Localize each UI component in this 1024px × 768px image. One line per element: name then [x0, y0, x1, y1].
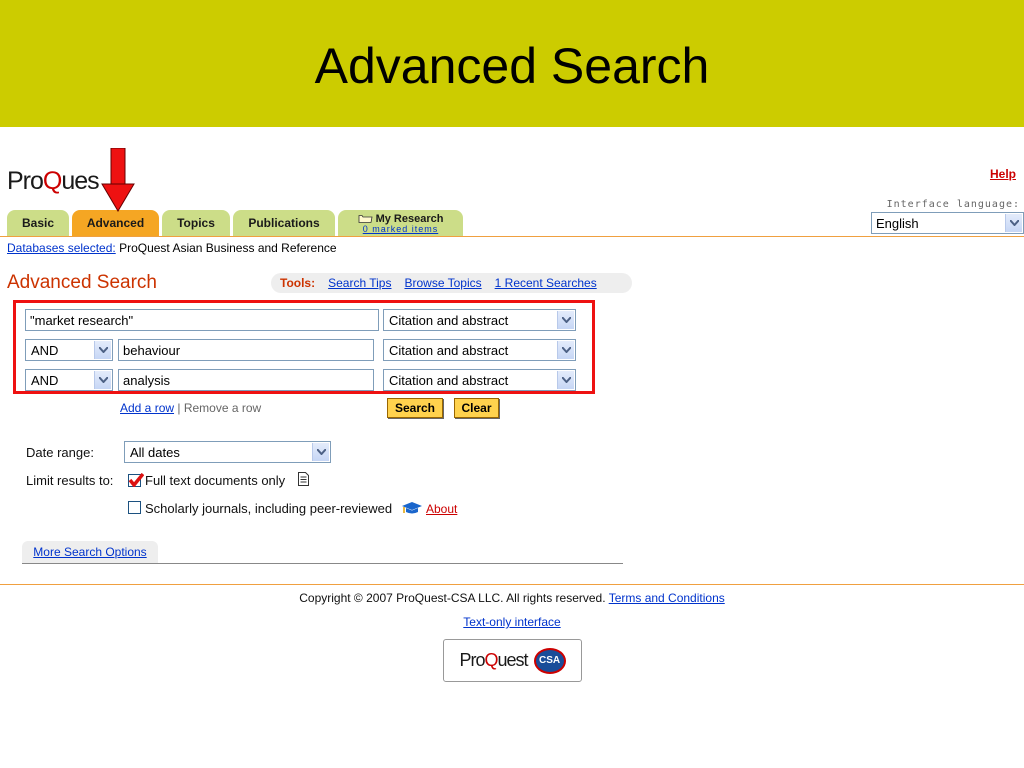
- databases-selected: Databases selected: ProQuest Asian Busin…: [7, 241, 337, 255]
- chevron-down-icon: [557, 311, 574, 329]
- chevron-down-icon: [94, 371, 111, 389]
- search-term-input-2[interactable]: behaviour: [118, 339, 374, 361]
- search-tips-link[interactable]: Search Tips: [328, 276, 391, 290]
- full-text-checkbox[interactable]: [128, 473, 144, 487]
- operator-value-2: AND: [31, 343, 59, 358]
- date-range-select[interactable]: All dates: [124, 441, 331, 463]
- my-research-title: My Research: [358, 214, 443, 225]
- search-field-value-3: Citation and abstract: [389, 373, 509, 388]
- chevron-down-icon: [557, 371, 574, 389]
- scholarly-label: Scholarly journals, including peer-revie…: [145, 501, 393, 516]
- proquest-logo[interactable]: ProQues: [7, 166, 100, 196]
- logo-text-post: ues: [61, 167, 99, 195]
- search-field-select-1[interactable]: Citation and abstract: [383, 309, 576, 331]
- tab-basic[interactable]: Basic: [7, 210, 69, 236]
- date-range-label: Date range:: [26, 445, 94, 460]
- copyright-text: Copyright © 2007 ProQuest-CSA LLC. All r…: [299, 591, 606, 605]
- logo-swoosh: Q: [42, 167, 62, 195]
- tools-label: Tools:: [280, 276, 316, 290]
- interface-language-value: English: [876, 216, 919, 231]
- clear-button[interactable]: Clear: [454, 398, 499, 418]
- slide-title: Advanced Search: [314, 38, 710, 94]
- tab-advanced[interactable]: Advanced: [72, 210, 159, 236]
- tab-publications[interactable]: Publications: [233, 210, 335, 236]
- tabs-divider: [0, 236, 1024, 237]
- chevron-down-icon: [557, 341, 574, 359]
- search-field-select-3[interactable]: Citation and abstract: [383, 369, 576, 391]
- operator-value-3: AND: [31, 373, 59, 388]
- copyright: Copyright © 2007 ProQuest-CSA LLC. All r…: [0, 591, 1024, 605]
- remove-row-link[interactable]: Remove a row: [184, 401, 261, 415]
- tools-bar: Tools: Search Tips Browse Topics 1 Recen…: [271, 273, 632, 293]
- logo-text-pre: Pro: [7, 167, 44, 195]
- search-field-select-2[interactable]: Citation and abstract: [383, 339, 576, 361]
- full-text-label: Full text documents only: [145, 473, 286, 488]
- marked-items-link[interactable]: 0 marked items: [363, 224, 439, 234]
- search-button[interactable]: Search: [387, 398, 443, 418]
- footer-divider: [0, 584, 1024, 585]
- search-term-input-1[interactable]: "market research": [25, 309, 379, 331]
- browse-topics-link[interactable]: Browse Topics: [404, 276, 481, 290]
- checkmark-icon: [128, 473, 144, 487]
- search-field-value-1: Citation and abstract: [389, 313, 509, 328]
- recent-searches-link[interactable]: 1 Recent Searches: [495, 276, 597, 290]
- limit-results-label: Limit results to:: [26, 473, 114, 488]
- about-link[interactable]: About: [426, 502, 457, 516]
- more-search-options-tab[interactable]: More Search Options: [22, 541, 158, 563]
- row-actions-separator: |: [177, 401, 181, 415]
- graduation-cap-icon: [402, 502, 422, 514]
- operator-select-2[interactable]: AND: [25, 339, 113, 361]
- more-options-divider: [22, 563, 623, 564]
- search-field-value-2: Citation and abstract: [389, 343, 509, 358]
- operator-select-3[interactable]: AND: [25, 369, 113, 391]
- add-row-link[interactable]: Add a row: [120, 401, 174, 415]
- row-actions: Add a row | Remove a row: [120, 401, 261, 415]
- databases-selected-value: ProQuest Asian Business and Reference: [119, 241, 337, 255]
- document-icon: [298, 472, 309, 486]
- chevron-down-icon: [312, 443, 329, 461]
- footer-proquest-csa-logo[interactable]: ProQuest CSA: [443, 639, 582, 682]
- tab-my-research[interactable]: My Research 0 marked items: [338, 210, 463, 236]
- csa-badge: CSA: [533, 647, 566, 674]
- red-arrow-icon: [101, 148, 135, 212]
- text-only-link[interactable]: Text-only interface: [0, 615, 1024, 629]
- tab-topics[interactable]: Topics: [162, 210, 230, 236]
- help-link[interactable]: Help: [990, 167, 1016, 181]
- scholarly-checkbox[interactable]: [128, 501, 141, 514]
- databases-selected-link[interactable]: Databases selected:: [7, 241, 116, 255]
- interface-language-select[interactable]: English: [871, 212, 1024, 234]
- chevron-down-icon: [94, 341, 111, 359]
- chevron-down-icon: [1005, 214, 1022, 232]
- footer-logo-text: ProQuest: [459, 650, 528, 670]
- search-term-input-3[interactable]: analysis: [118, 369, 374, 391]
- terms-link[interactable]: Terms and Conditions: [609, 591, 725, 605]
- interface-language-label: Interface language:: [886, 199, 1020, 210]
- date-range-value: All dates: [130, 445, 180, 460]
- folder-icon: [358, 215, 373, 223]
- page-title: Advanced Search: [7, 272, 157, 293]
